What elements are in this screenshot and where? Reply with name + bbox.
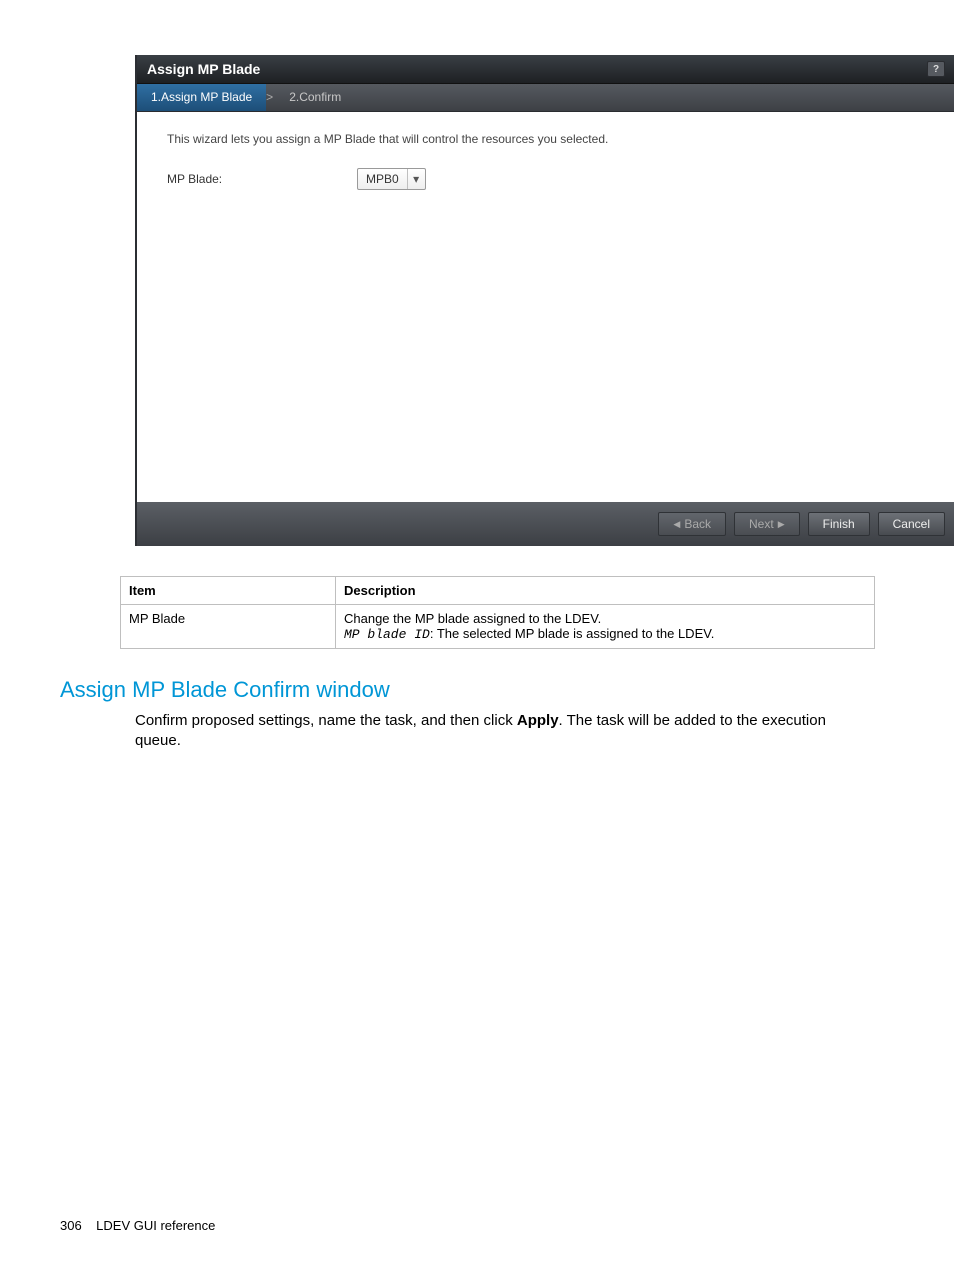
mp-blade-row: MP Blade: MPB0 ▾ (167, 168, 925, 190)
wizard-step-bar: 1.Assign MP Blade > 2.Confirm (137, 84, 954, 112)
wizard-footer: ◀ Back Next ▶ Finish Cancel (137, 502, 954, 546)
assign-mp-blade-wizard: Assign MP Blade ? 1.Assign MP Blade > 2.… (135, 55, 954, 546)
cancel-button[interactable]: Cancel (878, 512, 945, 536)
table-cell-description: Change the MP blade assigned to the LDEV… (336, 605, 875, 649)
back-button: ◀ Back (658, 512, 726, 536)
table-row: MP Blade Change the MP blade assigned to… (121, 605, 875, 649)
finish-button[interactable]: Finish (808, 512, 870, 536)
table-header-item: Item (121, 577, 336, 605)
table-cell-item: MP Blade (121, 605, 336, 649)
next-button: Next ▶ (734, 512, 800, 536)
step-separator-icon: > (266, 84, 275, 111)
next-button-label: Next (749, 517, 774, 531)
table-header-row: Item Description (121, 577, 875, 605)
wizard-instruction: This wizard lets you assign a MP Blade t… (167, 132, 925, 146)
section-paragraph: Confirm proposed settings, name the task… (135, 711, 875, 752)
chevron-down-icon: ▾ (407, 169, 425, 189)
mp-blade-select[interactable]: MPB0 ▾ (357, 168, 426, 190)
para-bold: Apply (517, 712, 559, 729)
finish-button-label: Finish (823, 517, 855, 531)
desc-line1: Change the MP blade assigned to the LDEV… (344, 611, 866, 626)
mp-blade-label: MP Blade: (167, 172, 347, 186)
triangle-left-icon: ◀ (673, 519, 680, 530)
wizard-step-1[interactable]: 1.Assign MP Blade (137, 84, 266, 111)
back-button-label: Back (684, 517, 711, 531)
section-heading: Assign MP Blade Confirm window (60, 677, 904, 703)
wizard-title: Assign MP Blade (147, 61, 260, 77)
table-header-description: Description (336, 577, 875, 605)
titlebar-icon-group: ? (927, 61, 945, 77)
page-chapter: LDEV GUI reference (96, 1218, 215, 1233)
para-before: Confirm proposed settings, name the task… (135, 712, 517, 729)
triangle-right-icon: ▶ (778, 519, 785, 530)
cancel-button-label: Cancel (893, 517, 930, 531)
page-footer: 306 LDEV GUI reference (60, 1218, 215, 1233)
page-number: 306 (60, 1218, 82, 1233)
help-icon[interactable]: ? (927, 61, 945, 77)
wizard-body: This wizard lets you assign a MP Blade t… (137, 112, 954, 502)
description-table: Item Description MP Blade Change the MP … (120, 576, 875, 649)
desc-mono: MP blade ID (344, 627, 430, 642)
desc-line2: MP blade ID: The selected MP blade is as… (344, 626, 866, 642)
desc-line2-rest: : The selected MP blade is assigned to t… (430, 626, 715, 641)
mp-blade-select-value: MPB0 (358, 169, 407, 189)
wizard-titlebar: Assign MP Blade ? (137, 55, 954, 84)
wizard-step-2[interactable]: 2.Confirm (275, 84, 355, 111)
